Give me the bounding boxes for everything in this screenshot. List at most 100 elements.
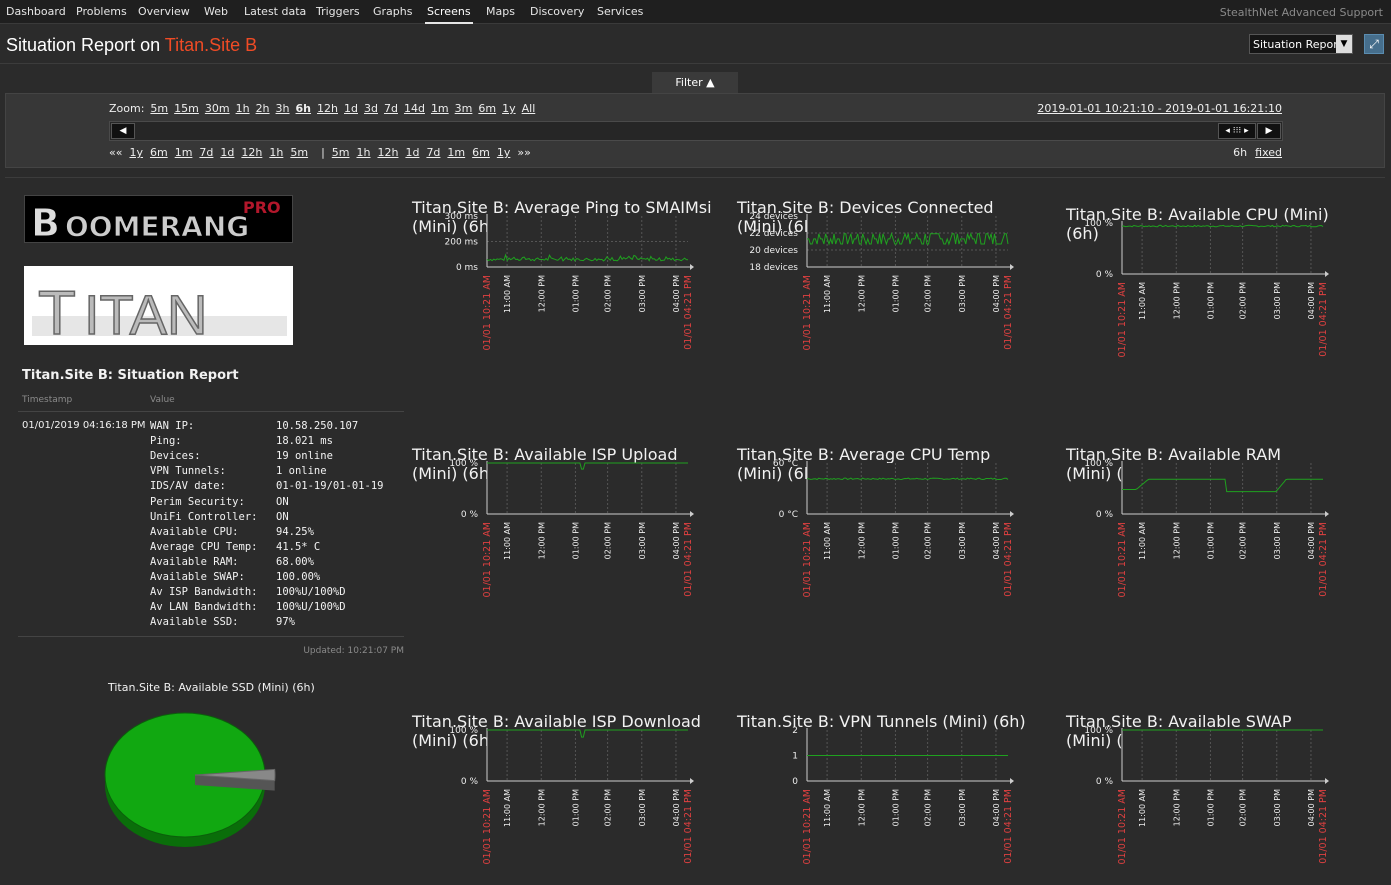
x-tick-label: 01/01 04:21 PM [1003,789,1014,864]
ssd-pie-chart[interactable] [100,705,290,865]
zoom-option[interactable]: 15m [174,102,199,115]
y-tick-label: 100 % [1084,726,1113,736]
nav-option[interactable]: 1h [269,146,283,159]
report-value: ON [276,510,289,523]
svg-text:PRO: PRO [243,198,281,217]
col-timestamp: Timestamp [22,395,73,405]
nav-option[interactable]: 7d [426,146,440,159]
mini-graph[interactable]: 2 1 0 01/01 10:21 AM 11:00 AM 12:00 PM 01:00 P… [727,724,1027,864]
boomerang-logo: B OOMERANG PRO [24,195,293,246]
report-value: 19 online [276,450,333,463]
mini-graph[interactable]: 300 ms 200 ms 0 ms 01/01 10:21 AM 11:00 AM 12… [407,210,707,350]
nav-option[interactable]: 6m [472,146,490,159]
x-tick-label: 02:00 PM [924,275,933,312]
zoom-option[interactable]: All [522,102,536,115]
axis-arrow [1325,511,1329,517]
nav-option[interactable]: 1y [497,146,511,159]
nav-maps[interactable]: Maps [486,5,515,18]
zoom-option[interactable]: 3d [364,102,378,115]
zoom-option[interactable]: 5m [150,102,168,115]
screen-select[interactable]: Situation Report ▼ [1249,34,1353,54]
top-navigation: Dashboard Problems Overview Web Latest d… [0,0,1391,24]
time-range[interactable]: 2019-01-01 10:21:10 - 2019-01-01 16:21:1… [1037,102,1282,115]
nav-problems[interactable]: Problems [76,5,127,18]
divider [18,636,404,637]
nav-option[interactable]: 1m [175,146,193,159]
page-header: Situation Report on Titan.Site B Situati… [0,25,1391,64]
nav-graphs[interactable]: Graphs [373,5,412,18]
zoom-option[interactable]: 6m [478,102,496,115]
mini-graph[interactable]: 100 % 0 %01/01 10:21 AM 11:00 AM 12:00 PM 01… [1042,217,1342,357]
nav-web[interactable]: Web [204,5,228,18]
zoom-option[interactable]: 12h [317,102,338,115]
svg-text:OOMERANG: OOMERANG [65,210,249,242]
scroll-handle-icon[interactable]: ◂ ⁝⁝⁝ ▸ [1218,123,1256,139]
col-value: Value [150,395,175,405]
nav-option[interactable]: «« [109,146,122,159]
zoom-option[interactable]: 1h [236,102,250,115]
support-link[interactable]: StealthNet Advanced Support [1220,6,1383,19]
x-tick-label: 01/01 10:21 AM [482,522,493,597]
x-tick-label: 04:00 PM [672,789,681,826]
zoom-option[interactable]: 6h [296,102,312,115]
scroll-left-icon[interactable]: ◀ [111,123,135,139]
nav-option[interactable]: 7d [199,146,213,159]
zoom-label: Zoom: [109,102,145,115]
nav-option[interactable]: 6m [150,146,168,159]
nav-option[interactable]: 1d [220,146,234,159]
zoom-option[interactable]: 3h [276,102,290,115]
zoom-option[interactable]: 2h [256,102,270,115]
nav-option[interactable]: »» [517,146,530,159]
scroll-right-icon[interactable]: ▶ [1257,123,1281,139]
zoom-option[interactable]: 1y [502,102,516,115]
mini-graph[interactable]: 24 devices 22 devices 20 devices 18 devices… [727,210,1027,350]
x-tick-label: 01/01 10:21 AM [482,275,493,350]
x-tick-label: 12:00 PM [857,789,866,826]
zoom-option[interactable]: 1d [344,102,358,115]
nav-option[interactable]: 12h [377,146,398,159]
y-tick-label: 1 [792,752,798,762]
nav-option[interactable]: 1m [447,146,465,159]
nav-discovery[interactable]: Discovery [530,5,584,18]
x-tick-label: 11:00 AM [503,789,512,827]
nav-screens[interactable]: Screens [425,5,473,24]
x-tick-label: 11:00 AM [1138,522,1147,560]
nav-option[interactable]: 1y [129,146,143,159]
x-tick-label: 02:00 PM [924,522,933,559]
nav-services[interactable]: Services [597,5,643,18]
nav-triggers[interactable]: Triggers [316,5,360,18]
report-key: Av LAN Bandwidth: [150,601,258,614]
nav-option[interactable]: 5m [290,146,308,159]
mini-graph[interactable]: 60 °C 0 °C 01/01 10:21 AM 11:00 AM 12:00 PM 0… [727,457,1027,597]
timeline-scrollbar[interactable]: ◀ ◂ ⁝⁝⁝ ▸ ▶ [109,121,1283,141]
nav-overview[interactable]: Overview [138,5,190,18]
fixed-toggle[interactable]: fixed [1255,146,1282,159]
x-tick-label: 12:00 PM [1172,789,1181,826]
x-tick-label: 03:00 PM [1273,282,1282,319]
x-tick-label: 11:00 AM [503,522,512,560]
mini-graph[interactable]: 100 % 0 %01/01 10:21 AM 11:00 AM 12:00 PM 01… [407,457,707,597]
zoom-option[interactable]: 3m [455,102,473,115]
boomerang-logo-image: B OOMERANG PRO [31,198,281,246]
svg-text:B: B [31,201,59,242]
nav-option[interactable]: 1h [357,146,371,159]
chevron-down-icon[interactable]: ▼ [1336,35,1352,53]
zoom-option[interactable]: 7d [384,102,398,115]
mini-graph[interactable]: 100 % 0 %01/01 10:21 AM 11:00 AM 12:00 PM 01… [407,724,707,864]
zoom-option[interactable]: 1m [431,102,449,115]
mini-graph[interactable]: 100 % 0 %01/01 10:21 AM 11:00 AM 12:00 PM 01… [1042,724,1342,864]
report-value: 41.5* C [276,540,321,553]
nav-option[interactable]: 1d [405,146,419,159]
nav-option[interactable]: 12h [241,146,262,159]
nav-dashboard[interactable]: Dashboard [6,5,66,18]
nav-latest-data[interactable]: Latest data [244,5,306,18]
zoom-option[interactable]: 14d [404,102,425,115]
x-tick-label: 11:00 AM [823,789,832,827]
y-tick-label: 0 °C [779,510,798,520]
mini-graph[interactable]: 100 % 0 %01/01 10:21 AM 11:00 AM 12:00 PM 01… [1042,457,1342,597]
zoom-option[interactable]: 30m [205,102,230,115]
nav-option[interactable]: 5m [332,146,350,159]
fullscreen-icon[interactable]: ⤢ [1364,34,1384,54]
axis-arrow [690,778,694,784]
filter-toggle[interactable]: Filter ▲ [652,72,738,94]
